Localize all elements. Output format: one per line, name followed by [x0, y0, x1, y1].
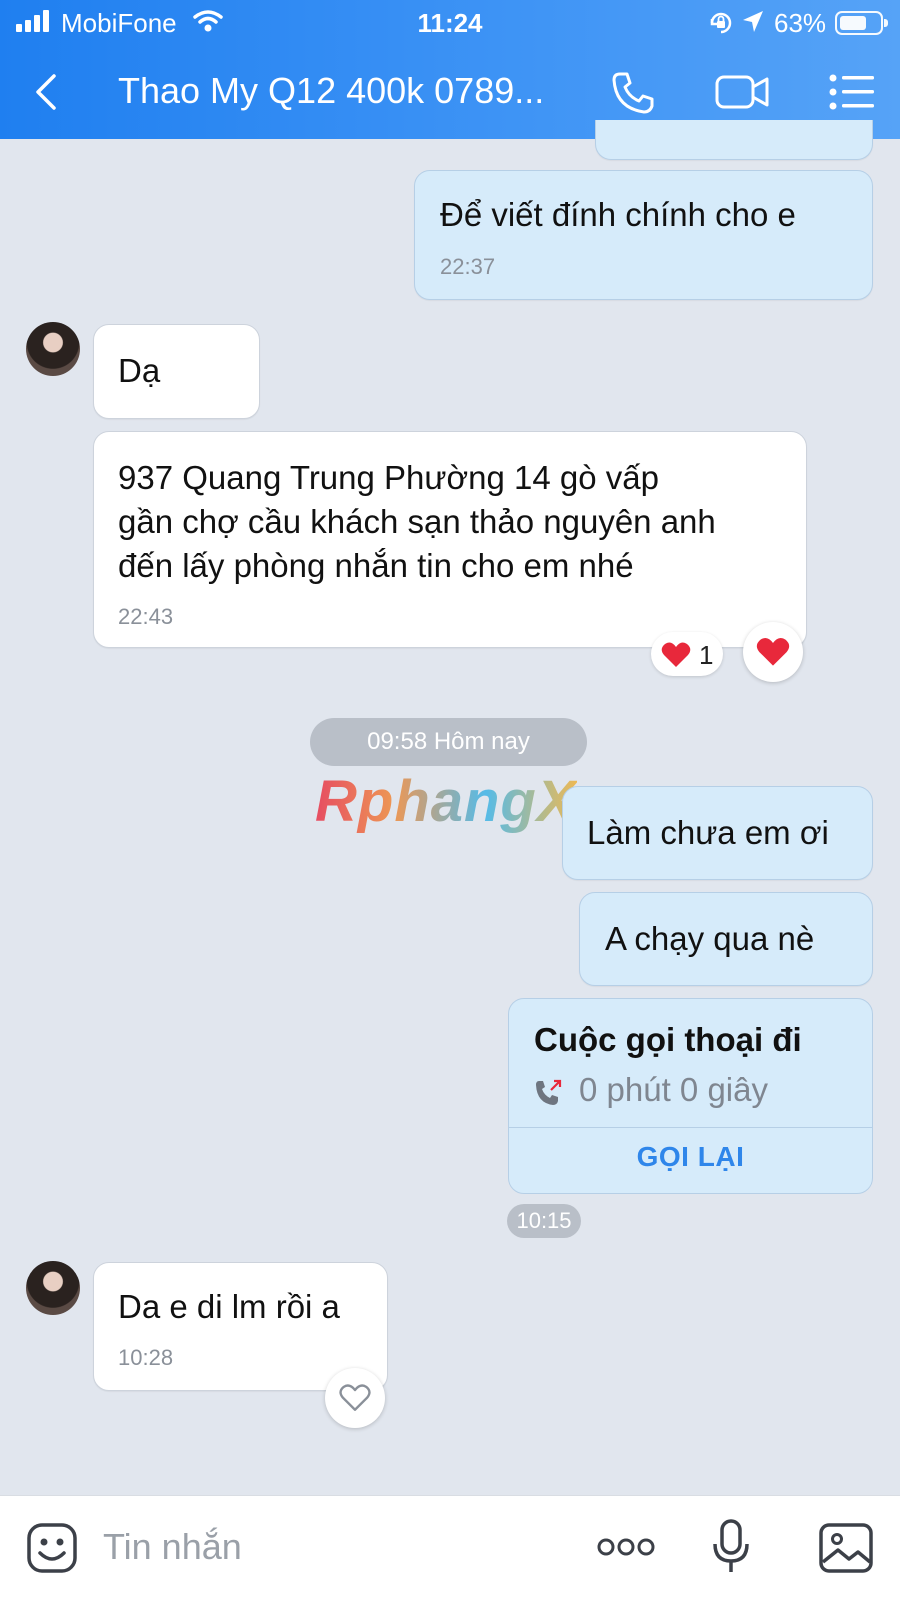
battery-icon	[835, 11, 888, 35]
divider	[509, 1127, 872, 1128]
date-separator: 09:58 Hôm nay	[310, 718, 587, 766]
message-bubble-outgoing[interactable]: Để viết đính chính cho e 22:37	[414, 170, 873, 300]
heart-icon	[756, 637, 790, 666]
call-duration: 0 phút 0 giây	[579, 1071, 768, 1108]
message-line: đến lấy phòng nhắn tin cho em nhé	[118, 547, 634, 584]
more-options-icon[interactable]	[596, 1536, 656, 1558]
call-log-card[interactable]: Cuộc gọi thoại đi 0 phút 0 giây GỌI LẠI	[508, 998, 873, 1194]
back-arrow-icon[interactable]	[30, 72, 66, 112]
sticker-icon[interactable]	[26, 1522, 78, 1574]
message-bubble-incoming[interactable]: 937 Quang Trung Phường 14 gò vấp gần chợ…	[93, 431, 807, 648]
call-time: 10:15	[507, 1204, 581, 1238]
message-bubble-partial[interactable]	[595, 120, 873, 160]
watermark-logo: RphangX	[315, 769, 577, 834]
heart-icon	[661, 642, 691, 667]
message-text: A chạy qua nè	[605, 920, 815, 957]
video-call-icon[interactable]	[714, 70, 772, 114]
message-bubble-incoming[interactable]: Dạ	[93, 324, 260, 419]
image-gallery-icon[interactable]	[818, 1522, 874, 1574]
message-composer: Tin nhắn	[0, 1495, 900, 1600]
call-back-button[interactable]: GỌI LẠI	[509, 1141, 872, 1173]
react-button[interactable]	[325, 1368, 385, 1428]
message-text: Da e di lm rồi a	[118, 1288, 340, 1325]
chat-title[interactable]: Thao My Q12 400k 0789...	[118, 70, 588, 112]
voice-call-icon[interactable]	[610, 70, 656, 116]
microphone-icon[interactable]	[711, 1518, 751, 1576]
status-time: 11:24	[417, 8, 483, 38]
message-text: Dạ	[118, 352, 161, 389]
contact-avatar[interactable]	[26, 1261, 80, 1315]
chat-header: MobiFone 11:24 63% Thao My Q12 400k 0789…	[0, 0, 900, 139]
message-text: Để viết đính chính cho e	[440, 196, 796, 233]
outgoing-call-icon	[536, 1079, 562, 1105]
call-title: Cuộc gọi thoại đi	[534, 1021, 802, 1058]
reaction-count: 1	[699, 640, 714, 670]
message-input[interactable]: Tin nhắn	[103, 1526, 242, 1568]
contact-avatar[interactable]	[26, 322, 80, 376]
orientation-lock-icon	[710, 12, 732, 34]
message-bubble-outgoing[interactable]: Làm chưa em ơi	[562, 786, 873, 880]
message-line: 937 Quang Trung Phường 14 gò vấp	[118, 459, 659, 496]
battery-percent: 63%	[774, 8, 827, 38]
heart-outline-icon	[339, 1384, 371, 1411]
location-arrow-icon	[743, 11, 763, 32]
menu-list-icon[interactable]	[828, 70, 876, 114]
reaction-summary[interactable]: 1	[651, 632, 723, 676]
message-time: 10:28	[118, 1345, 174, 1370]
react-button[interactable]	[743, 622, 803, 682]
message-text: Làm chưa em ơi	[587, 814, 829, 851]
message-time: 22:37	[440, 254, 496, 279]
message-line: gần chợ cầu khách sạn thảo nguyên anh	[118, 503, 716, 540]
message-bubble-outgoing[interactable]: A chạy qua nè	[579, 892, 873, 986]
message-time: 22:43	[118, 604, 174, 629]
status-bar: MobiFone 11:24 63%	[0, 0, 900, 46]
